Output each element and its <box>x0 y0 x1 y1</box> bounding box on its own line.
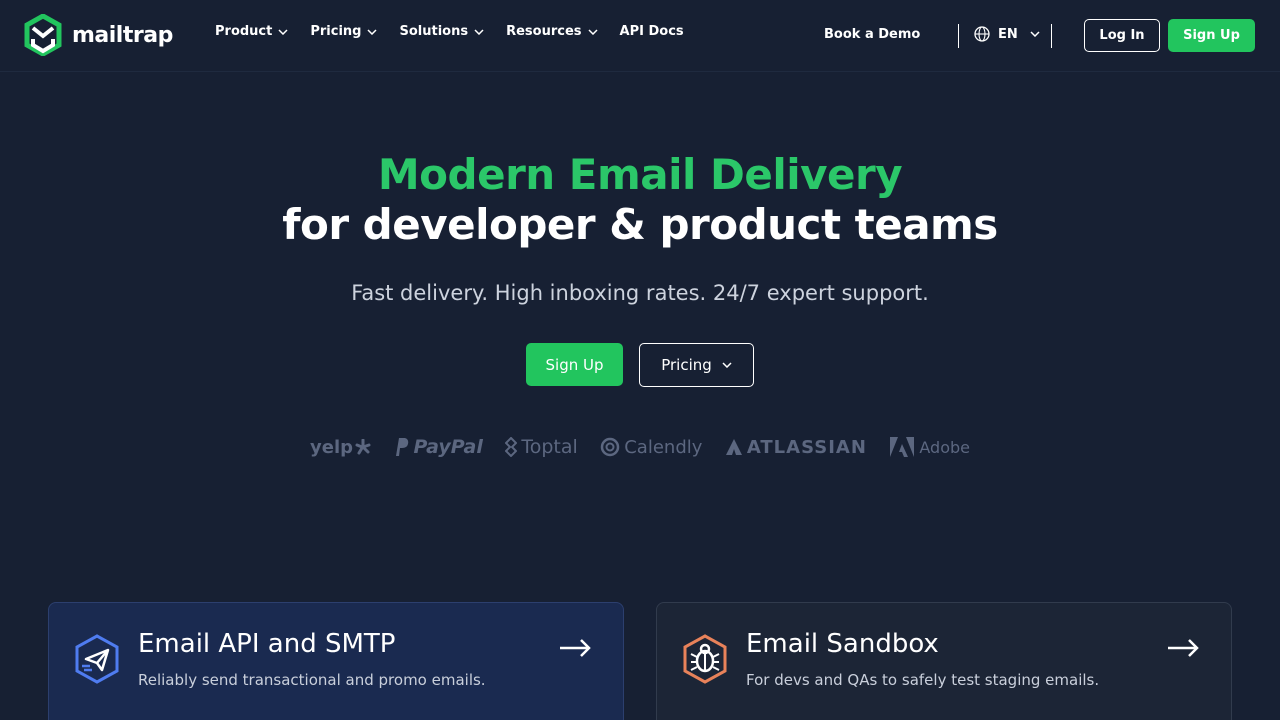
nav-label: Product <box>215 24 273 39</box>
language-label: EN <box>998 26 1018 42</box>
chevron-down-icon <box>278 28 288 35</box>
toptal-mark-icon <box>505 437 518 457</box>
nav-resources[interactable]: Resources <box>506 24 598 39</box>
toptal-logo: Toptal <box>505 436 578 458</box>
calendly-mark-icon <box>600 437 620 457</box>
email-sandbox-card[interactable]: Email Sandbox For devs and QAs to safely… <box>656 602 1232 720</box>
paypal-logo: PayPal <box>393 436 483 458</box>
card-description: For devs and QAs to safely test staging … <box>746 671 1100 689</box>
hero-title-highlight: Modern Email Delivery <box>377 150 903 199</box>
header-divider <box>958 24 959 48</box>
yelp-burst-icon <box>355 439 371 455</box>
adobe-logo: Adobe <box>889 436 970 458</box>
bug-icon <box>683 634 727 684</box>
chevron-down-icon <box>1030 31 1040 37</box>
nav-label: API Docs <box>619 24 684 39</box>
chevron-down-icon <box>722 362 732 368</box>
nav-api-docs[interactable]: API Docs <box>620 24 684 39</box>
site-header: mailtrap Product Pricing Solutions Resou… <box>0 0 1280 72</box>
mailtrap-logo[interactable]: mailtrap <box>24 14 173 56</box>
chevron-down-icon <box>367 28 378 35</box>
logo-text: mailtrap <box>72 22 173 48</box>
card-title: Email API and SMTP <box>138 629 396 659</box>
brand-name: Calendly <box>624 436 703 458</box>
hero-pricing-button[interactable]: Pricing <box>639 343 754 387</box>
nav-product[interactable]: Product <box>215 24 288 39</box>
hero-signup-button[interactable]: Sign Up <box>526 343 623 386</box>
nav-solutions[interactable]: Solutions <box>399 24 484 39</box>
adobe-mark-icon <box>890 437 915 457</box>
signup-button[interactable]: Sign Up <box>1168 19 1255 52</box>
pricing-label: Pricing <box>661 356 712 374</box>
brand-name: Adobe <box>919 437 970 457</box>
arrow-right-icon <box>560 639 591 657</box>
brand-name: yelp <box>310 436 353 458</box>
atlassian-logo: ATLASSIAN <box>725 437 867 458</box>
globe-icon <box>974 26 990 42</box>
language-selector[interactable]: EN <box>974 26 1040 42</box>
brand-name: Toptal <box>521 436 578 458</box>
hero-title: for developer & product teams <box>282 200 998 249</box>
card-description: Reliably send transactional and promo em… <box>138 671 486 689</box>
brand-name: PayPal <box>413 436 483 458</box>
paypal-mark-icon <box>396 438 409 456</box>
header-divider <box>1051 24 1052 48</box>
send-icon <box>75 634 119 684</box>
chevron-down-icon <box>588 28 598 35</box>
book-demo-link[interactable]: Book a Demo <box>824 27 920 42</box>
email-api-card[interactable]: Email API and SMTP Reliably send transac… <box>48 602 624 720</box>
atlassian-mark-icon <box>725 439 742 455</box>
arrow-right-icon <box>1168 639 1199 657</box>
nav-label: Solutions <box>399 24 469 39</box>
mailtrap-logo-icon <box>24 14 62 56</box>
hero-subtitle: Fast delivery. High inboxing rates. 24/7… <box>351 281 929 305</box>
calendly-logo: Calendly <box>600 437 702 458</box>
card-title: Email Sandbox <box>746 629 939 659</box>
nav-pricing[interactable]: Pricing <box>310 24 378 39</box>
brand-name: ATLASSIAN <box>746 436 867 458</box>
main-nav: Product Pricing Solutions Resources API … <box>215 24 706 39</box>
nav-label: Pricing <box>310 24 362 39</box>
nav-label: Resources <box>506 24 582 39</box>
login-button[interactable]: Log In <box>1084 19 1160 52</box>
yelp-logo: yelp <box>310 437 371 458</box>
chevron-down-icon <box>474 28 484 35</box>
customer-logos: yelp PayPal Toptal Calendly ATLASSIAN Ad… <box>310 432 970 462</box>
